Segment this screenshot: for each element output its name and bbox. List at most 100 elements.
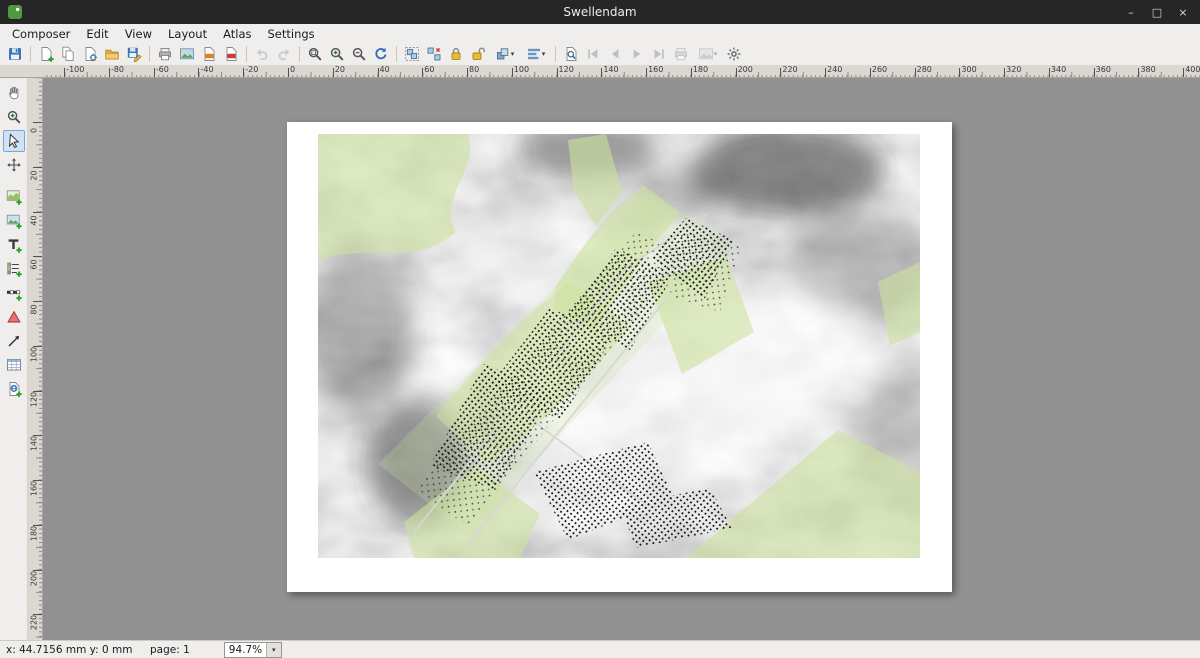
ruler-label: 200 [30, 568, 39, 588]
redo-button[interactable] [273, 43, 295, 65]
minimize-button[interactable]: – [1118, 0, 1144, 24]
menu-edit[interactable]: Edit [78, 25, 116, 43]
printer-icon [157, 46, 173, 62]
menu-layout[interactable]: Layout [160, 25, 215, 43]
ungroup-items-button[interactable] [423, 43, 445, 65]
zoom-full-button[interactable] [304, 43, 326, 65]
chevron-down-icon: ▾ [542, 50, 546, 58]
lock-selected-items-button[interactable] [445, 43, 467, 65]
add-image-icon [6, 213, 22, 229]
ruler-tick [915, 68, 916, 77]
ruler-tick [1138, 68, 1139, 77]
select-move-item-button[interactable] [3, 130, 25, 152]
close-button[interactable]: × [1170, 0, 1196, 24]
vertical-ruler[interactable]: 020406080100120140160180200220 [28, 78, 43, 640]
add-attribute-table-button[interactable] [3, 354, 25, 376]
composer-manager-button[interactable] [79, 43, 101, 65]
group-items-button[interactable] [401, 43, 423, 65]
ruler-label: 0 [290, 65, 295, 74]
new-composer-button[interactable] [35, 43, 57, 65]
maximize-button[interactable]: □ [1144, 0, 1170, 24]
export-as-pdf-button[interactable] [220, 43, 242, 65]
zoom-button[interactable] [3, 106, 25, 128]
atlas-preview-button[interactable] [560, 43, 582, 65]
ruler-label: 20 [30, 165, 39, 185]
menu-composer[interactable]: Composer [4, 25, 78, 43]
pan-button[interactable] [3, 82, 25, 104]
atlas-first-feature-button[interactable] [582, 43, 604, 65]
ruler-tick [1183, 68, 1184, 77]
chevron-down-icon[interactable]: ▾ [266, 643, 281, 657]
add-image-button[interactable] [3, 210, 25, 232]
page-indicator: page: 1 [150, 644, 190, 656]
zoom-value: 94.7% [225, 643, 266, 657]
ruler-tick [780, 68, 781, 77]
add-html-frame-button[interactable] [3, 378, 25, 400]
raise-selected-items-button[interactable]: ▾ [489, 43, 520, 65]
menu-atlas[interactable]: Atlas [215, 25, 259, 43]
ruler-label: 220 [30, 613, 39, 633]
ruler-tick [1049, 68, 1050, 77]
undo-button[interactable] [251, 43, 273, 65]
layout-canvas[interactable] [43, 78, 1200, 640]
layout-page[interactable] [287, 122, 952, 592]
add-new-scalebar-button[interactable] [3, 282, 25, 304]
align-items-button[interactable]: ▾ [520, 43, 551, 65]
move-item-content-button[interactable] [3, 154, 25, 176]
menu-view[interactable]: View [117, 25, 160, 43]
ruler-label: -80 [111, 65, 124, 74]
hand-icon [6, 85, 22, 101]
export-as-svg-button[interactable] [198, 43, 220, 65]
page-new-icon [38, 46, 54, 62]
unlock-all-items-button[interactable] [467, 43, 489, 65]
atlas-settings-button[interactable] [723, 43, 745, 65]
ruler-tick [512, 68, 513, 77]
duplicate-composer-button[interactable] [57, 43, 79, 65]
zoom-in-icon [329, 46, 345, 62]
unlock-icon [470, 46, 486, 62]
ruler-tick [64, 68, 65, 77]
zoom-out-icon [351, 46, 367, 62]
add-new-map-button[interactable] [3, 186, 25, 208]
menu-settings[interactable]: Settings [260, 25, 323, 43]
zoom-combobox[interactable]: 94.7% ▾ [224, 642, 282, 658]
toolbar-separator [246, 46, 247, 62]
print-button[interactable] [154, 43, 176, 65]
load-from-template-button[interactable] [101, 43, 123, 65]
ruler-label: 380 [1140, 65, 1155, 74]
ruler-tick [288, 68, 289, 77]
atlas-previous-feature-button[interactable] [604, 43, 626, 65]
ruler-tick [1094, 68, 1095, 77]
export-as-image-button[interactable] [176, 43, 198, 65]
add-arrow-button[interactable] [3, 330, 25, 352]
zoom-out-button[interactable] [348, 43, 370, 65]
toolbar-separator [299, 46, 300, 62]
ruler-label: 180 [30, 523, 39, 543]
export-atlas-button[interactable]: ▾ [692, 43, 723, 65]
print-atlas-button[interactable] [670, 43, 692, 65]
folder-icon [104, 46, 120, 62]
save-project-button[interactable] [4, 43, 26, 65]
ruler-label: 80 [30, 300, 39, 320]
manager-icon [82, 46, 98, 62]
printer-icon [673, 46, 689, 62]
refresh-view-button[interactable] [370, 43, 392, 65]
ruler-label: -20 [245, 65, 258, 74]
add-new-legend-button[interactable] [3, 258, 25, 280]
ruler-tick [601, 68, 602, 77]
ruler-label: 40 [380, 65, 390, 74]
horizontal-ruler[interactable]: -100-80-60-40-20020406080100120140160180… [43, 65, 1200, 78]
ruler-tick [959, 68, 960, 77]
export-svg-icon [201, 46, 217, 62]
zoom-in-button[interactable] [326, 43, 348, 65]
save-as-template-button[interactable] [123, 43, 145, 65]
add-basic-shape-button[interactable] [3, 306, 25, 328]
add-new-label-button[interactable] [3, 234, 25, 256]
atlas-next-feature-button[interactable] [626, 43, 648, 65]
ruler-label: -60 [156, 65, 169, 74]
status-bar: x: 44.7156 mm y: 0 mm page: 1 94.7% ▾ [0, 640, 1200, 658]
map-item[interactable] [318, 134, 920, 558]
ruler-tick [378, 68, 379, 77]
atlas-preview-icon [563, 46, 579, 62]
atlas-last-feature-button[interactable] [648, 43, 670, 65]
